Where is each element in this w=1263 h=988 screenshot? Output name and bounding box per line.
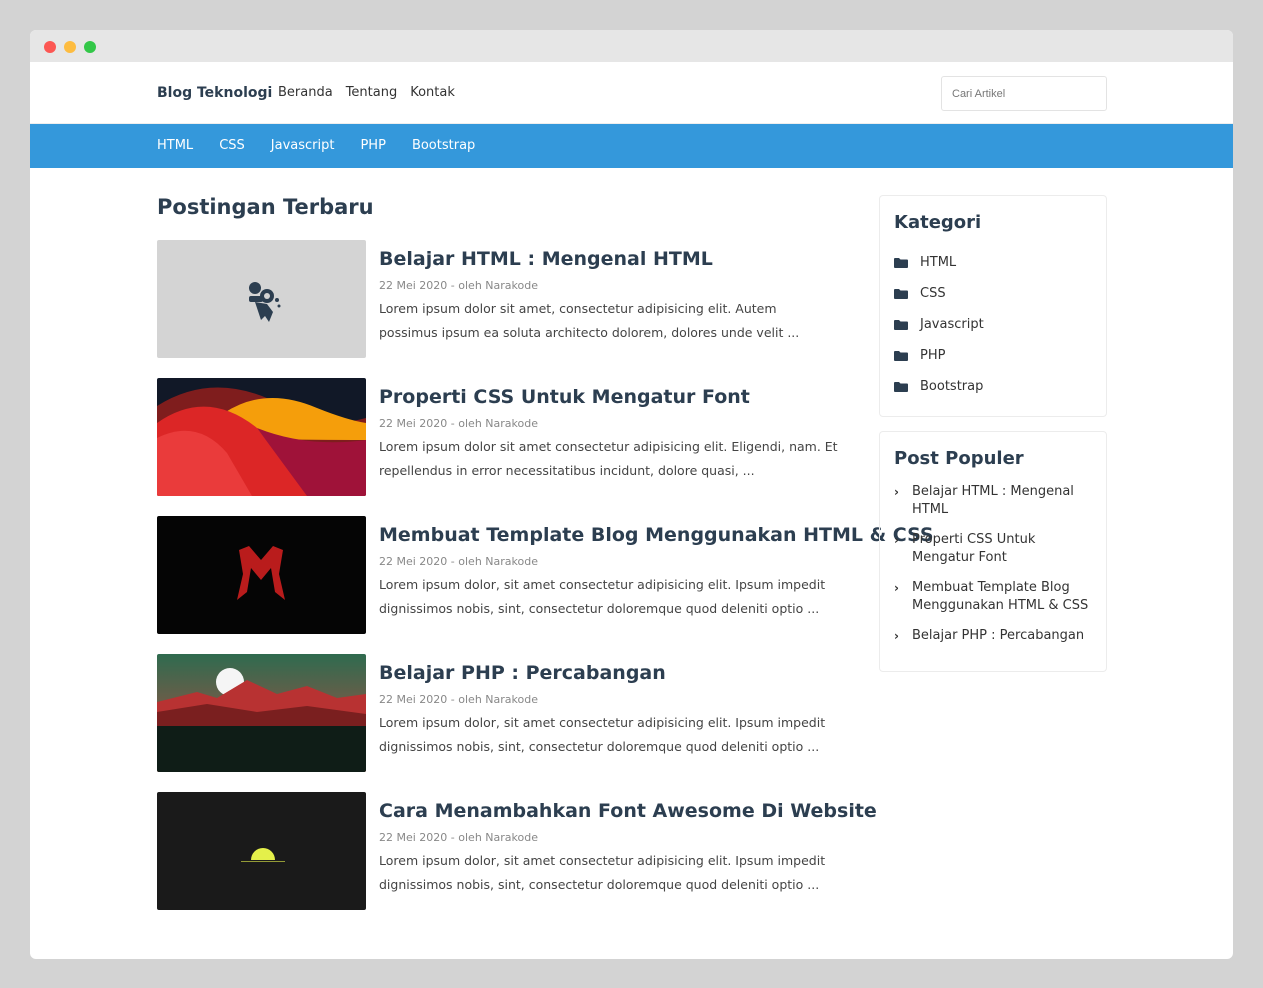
category-link-javascript[interactable]: Javascript xyxy=(271,138,335,153)
post-thumbnail[interactable] xyxy=(157,516,366,634)
category-bar: HTML CSS Javascript PHP Bootstrap xyxy=(30,124,1233,168)
sidebar-category-php[interactable]: PHP xyxy=(894,340,1092,371)
folder-icon xyxy=(894,319,908,330)
category-link-html[interactable]: HTML xyxy=(157,138,193,153)
sidebar-category-label: HTML xyxy=(920,255,957,270)
brand-link[interactable]: Blog Teknologi xyxy=(157,85,272,101)
post-body: Membuat Template Blog Menggunakan HTML &… xyxy=(379,516,934,654)
popular-post-link[interactable]: › Belajar PHP : Percabangan xyxy=(894,627,1092,645)
post-title[interactable]: Properti CSS Untuk Mengatur Font xyxy=(379,386,750,408)
post-title[interactable]: Cara Menambahkan Font Awesome Di Website xyxy=(379,800,877,822)
section-title: Postingan Terbaru xyxy=(157,195,374,219)
top-navbar: Blog Teknologi Beranda Tentang Kontak xyxy=(30,62,1233,124)
post-body: Belajar HTML : Mengenal HTML 22 Mei 2020… xyxy=(379,240,839,378)
main-content: Postingan Terbaru Belajar HTML: Mengena… xyxy=(157,195,934,930)
sidebar-category-label: Javascript xyxy=(920,317,984,332)
nav-link-tentang[interactable]: Tentang xyxy=(346,85,398,100)
sidebar-category-javascript[interactable]: Javascript xyxy=(894,309,1092,340)
post-thumbnail[interactable] xyxy=(157,378,366,496)
chevron-right-icon: › xyxy=(894,629,899,643)
sidebar-category-label: CSS xyxy=(920,286,946,301)
sidebar-category-label: Bootstrap xyxy=(920,379,984,394)
category-link-css[interactable]: CSS xyxy=(219,138,245,153)
post-thumbnail[interactable] xyxy=(157,792,366,910)
folder-icon xyxy=(894,257,908,268)
popular-post-label: Belajar PHP : Percabangan xyxy=(912,628,1085,643)
post-item: Belajar PHP : Percabangan 22 Mei 2020 - … xyxy=(157,654,847,792)
category-link-php[interactable]: PHP xyxy=(360,138,385,153)
category-widget: Kategori HTML CSS Javascript PHP Bootstr… xyxy=(879,195,1107,417)
popular-post-label: Properti CSS Untuk Mengatur Font xyxy=(912,532,1036,565)
sidebar-category-bootstrap[interactable]: Bootstrap xyxy=(894,371,1092,402)
post-item: Properti CSS Untuk Mengatur Font 22 Mei … xyxy=(157,378,847,516)
popular-post-label: Membuat Template Blog Menggunakan HTML &… xyxy=(912,580,1089,613)
folder-icon xyxy=(894,381,908,392)
post-item: Cara Menambahkan Font Awesome Di Website… xyxy=(157,792,877,930)
top-nav: Beranda Tentang Kontak xyxy=(278,85,455,100)
sidebar-category-html[interactable]: HTML xyxy=(894,247,1092,278)
chevron-right-icon: › xyxy=(894,533,899,547)
nav-link-beranda[interactable]: Beranda xyxy=(278,85,333,100)
post-thumbnail[interactable] xyxy=(157,654,366,772)
chevron-right-icon: › xyxy=(894,581,899,595)
popular-widget-title: Post Populer xyxy=(894,448,1024,469)
popular-widget: Post Populer › Belajar HTML : Mengenal H… xyxy=(879,431,1107,672)
post-excerpt: Lorem ipsum dolor sit amet, consectetur … xyxy=(379,301,800,340)
sidebar-category-label: PHP xyxy=(920,348,946,363)
search-input[interactable] xyxy=(941,76,1107,111)
category-widget-title: Kategori xyxy=(894,212,982,233)
chevron-right-icon: › xyxy=(894,485,899,499)
post-meta: 22 Mei 2020 - oleh Narakode xyxy=(379,279,538,292)
window-titlebar xyxy=(30,30,1233,62)
post-excerpt: Lorem ipsum dolor sit amet consectetur a… xyxy=(379,439,838,478)
post-meta: 22 Mei 2020 - oleh Narakode xyxy=(379,693,538,706)
post-thumbnail[interactable] xyxy=(157,240,366,358)
folder-icon xyxy=(894,288,908,299)
popular-post-label: Belajar HTML : Mengenal HTML xyxy=(912,484,1074,517)
post-meta: 22 Mei 2020 - oleh Narakode xyxy=(379,555,538,568)
post-body: Cara Menambahkan Font Awesome Di Website… xyxy=(379,792,877,930)
post-body: Belajar PHP : Percabangan 22 Mei 2020 - … xyxy=(379,654,839,792)
post-excerpt: Lorem ipsum dolor, sit amet consectetur … xyxy=(379,715,826,754)
sidebar: Kategori HTML CSS Javascript PHP Bootstr… xyxy=(879,195,1107,672)
post-item: Membuat Template Blog Menggunakan HTML &… xyxy=(157,516,934,654)
popular-post-link[interactable]: › Belajar HTML : Mengenal HTML xyxy=(894,483,1092,519)
post-title[interactable]: Membuat Template Blog Menggunakan HTML &… xyxy=(379,524,934,546)
category-link-bootstrap[interactable]: Bootstrap xyxy=(412,138,475,153)
category-nav: HTML CSS Javascript PHP Bootstrap xyxy=(157,138,475,153)
nav-link-kontak[interactable]: Kontak xyxy=(410,85,455,100)
minimize-window-button[interactable] xyxy=(64,41,76,53)
post-title[interactable]: Belajar PHP : Percabangan xyxy=(379,662,666,684)
folder-icon xyxy=(894,350,908,361)
browser-window: Blog Teknologi Beranda Tentang Kontak HT… xyxy=(30,30,1233,959)
post-excerpt: Lorem ipsum dolor, sit amet consectetur … xyxy=(379,577,826,616)
post-title[interactable]: Belajar HTML : Mengenal HTML xyxy=(379,248,713,270)
post-meta: 22 Mei 2020 - oleh Narakode xyxy=(379,417,538,430)
popular-post-link[interactable]: › Properti CSS Untuk Mengatur Font xyxy=(894,531,1092,567)
maximize-window-button[interactable] xyxy=(84,41,96,53)
popular-post-link[interactable]: › Membuat Template Blog Menggunakan HTML… xyxy=(894,579,1092,615)
post-excerpt: Lorem ipsum dolor, sit amet consectetur … xyxy=(379,853,826,892)
post-item: Belajar HTML : Mengenal HTML 22 Mei 2020… xyxy=(157,240,847,378)
sidebar-category-css[interactable]: CSS xyxy=(894,278,1092,309)
post-meta: 22 Mei 2020 - oleh Narakode xyxy=(379,831,538,844)
close-window-button[interactable] xyxy=(44,41,56,53)
post-body: Properti CSS Untuk Mengatur Font 22 Mei … xyxy=(379,378,839,516)
